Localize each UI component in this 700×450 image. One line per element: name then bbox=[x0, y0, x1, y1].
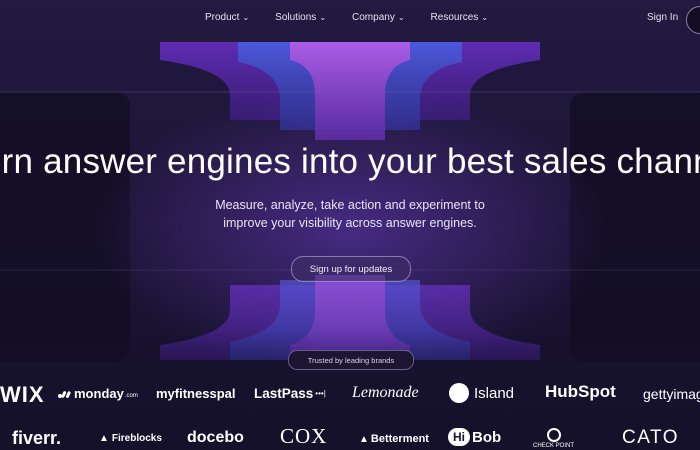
brand-logo-docebo: docebo bbox=[187, 429, 244, 447]
top-nav: Product ⌄ Solutions ⌄ Company ⌄ Resource… bbox=[0, 0, 700, 38]
fireblocks-icon: ▲ bbox=[99, 433, 109, 444]
brand-logo-betterment: ▲ Betterment bbox=[359, 433, 429, 445]
hero-headline: urn answer engines into your best sales … bbox=[0, 142, 700, 181]
brand-name: Lemonade bbox=[352, 384, 419, 401]
brand-logo-fireblocks: ▲ Fireblocks bbox=[99, 433, 162, 444]
island-icon bbox=[449, 383, 469, 403]
brand-name: Fireblocks bbox=[111, 433, 162, 444]
brand-logo-myfitnesspal: myfitnesspal bbox=[156, 386, 235, 401]
brand-logo-wix: WIX bbox=[0, 382, 45, 408]
brand-name: Bob bbox=[472, 428, 502, 446]
brand-name: myfitnesspal bbox=[156, 386, 236, 401]
nav-item-label: Solutions bbox=[275, 12, 317, 23]
nav-item-label: Product bbox=[205, 12, 240, 23]
nav-item-resources[interactable]: Resources ⌄ bbox=[431, 12, 489, 23]
brand-name: Betterment bbox=[370, 433, 429, 445]
brand-name: COX bbox=[280, 424, 328, 448]
hero-subtitle: Measure, analyze, take action and experi… bbox=[0, 196, 700, 232]
nav-item-product[interactable]: Product ⌄ bbox=[205, 12, 249, 23]
brand-name: LastPass bbox=[254, 386, 314, 401]
brand-logo-checkpoint: CHECK POINT bbox=[533, 428, 574, 449]
brand-logo-island: Island bbox=[449, 383, 514, 403]
brand-name: docebo bbox=[187, 429, 244, 446]
chevron-down-icon: ⌄ bbox=[242, 13, 250, 22]
sign-up-button[interactable]: Sign up for updates bbox=[291, 256, 411, 282]
nav-menu-button[interactable] bbox=[686, 6, 700, 34]
brand-logo-cato: CATO bbox=[622, 427, 679, 449]
chevron-down-icon: ⌄ bbox=[319, 13, 327, 22]
brand-logo-lemonade: Lemonade bbox=[352, 384, 419, 402]
nav-item-label: Resources bbox=[430, 12, 479, 23]
brand-name-suffix: .com bbox=[124, 392, 138, 399]
brand-logo-cox: COX bbox=[280, 424, 327, 449]
checkpoint-icon bbox=[546, 428, 561, 442]
sign-in-link[interactable]: Sign In bbox=[647, 12, 678, 23]
nav-item-solutions[interactable]: Solutions ⌄ bbox=[275, 12, 326, 23]
brand-name: WIX bbox=[0, 382, 45, 407]
monday-icon bbox=[58, 390, 71, 398]
brand-logo-lastpass: LastPass •••| bbox=[254, 386, 326, 401]
hero-subtitle-line: improve your visibility across answer en… bbox=[223, 216, 477, 230]
nav-item-label: Company bbox=[352, 12, 395, 23]
betterment-icon: ▲ bbox=[359, 433, 369, 445]
trusted-brands-badge: Trusted by leading brands bbox=[288, 350, 414, 370]
hero-subtitle-line: Measure, analyze, take action and experi… bbox=[215, 198, 485, 212]
chevron-down-icon: ⌄ bbox=[397, 13, 405, 22]
brand-logo-fiverr: fiverr. bbox=[12, 428, 61, 449]
hibob-icon: Hi bbox=[448, 428, 470, 446]
brand-logo-monday: monday .com bbox=[58, 386, 138, 401]
chevron-down-icon: ⌄ bbox=[481, 13, 489, 22]
brand-name: fiverr. bbox=[12, 428, 62, 448]
brand-logo-gettyimages: gettyimag bbox=[643, 386, 700, 402]
brand-name: Island bbox=[474, 384, 515, 402]
brand-name: monday bbox=[74, 386, 124, 401]
brand-name: CATO bbox=[622, 427, 680, 448]
brand-name: CHECK POINT bbox=[533, 443, 575, 449]
brand-name: gettyimag bbox=[643, 386, 700, 402]
nav-links: Product ⌄ Solutions ⌄ Company ⌄ Resource… bbox=[205, 12, 514, 23]
nav-item-company[interactable]: Company ⌄ bbox=[352, 12, 405, 23]
brand-name-suffix: •••| bbox=[315, 389, 326, 398]
brand-name: HubSpot bbox=[545, 382, 616, 401]
brand-logo-hibob: Hi Bob bbox=[448, 428, 501, 446]
brand-logo-hubspot: HubSpot bbox=[545, 382, 616, 402]
